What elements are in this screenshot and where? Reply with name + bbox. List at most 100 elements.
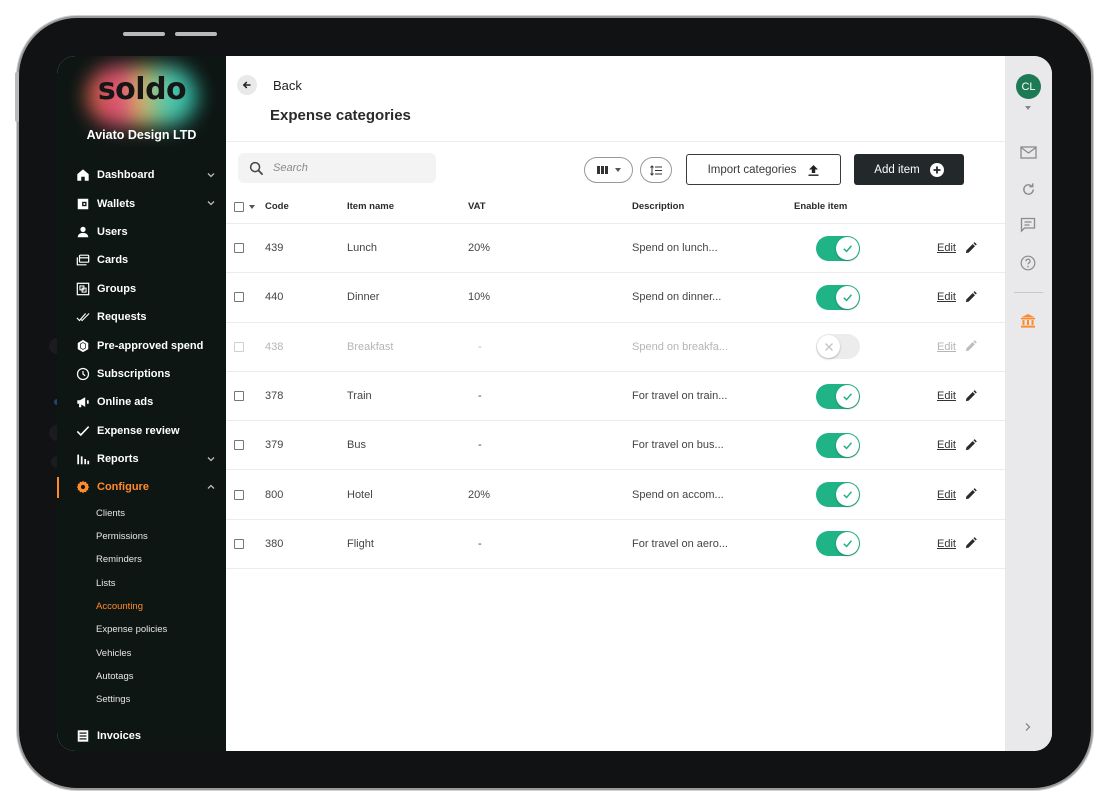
- row-checkbox[interactable]: [234, 489, 244, 500]
- vat-cell: 20%: [468, 488, 491, 501]
- actions-cell: Edit: [924, 241, 1004, 255]
- edit-link[interactable]: Edit: [937, 538, 956, 550]
- column-header-vat[interactable]: VAT: [468, 201, 632, 212]
- sidebar-item-pre-approved-spend[interactable]: Pre-approved spend: [57, 331, 226, 359]
- columns-toggle-button[interactable]: [584, 157, 633, 183]
- enable-item-toggle[interactable]: [816, 334, 860, 360]
- enable-item-toggle[interactable]: [816, 284, 860, 310]
- item-name-cell: Breakfast: [347, 340, 394, 353]
- bank-icon[interactable]: [1019, 312, 1037, 330]
- item-name-cell: Flight: [347, 537, 374, 550]
- columns-icon: [596, 166, 608, 174]
- avatar[interactable]: CL: [1016, 74, 1041, 99]
- chat-icon[interactable]: [1019, 216, 1037, 234]
- enable-cell: [794, 383, 924, 409]
- sidebar-item-online-ads[interactable]: Online ads: [57, 388, 226, 416]
- select-all-checkbox[interactable]: [234, 201, 244, 212]
- edit-link[interactable]: Edit: [937, 291, 956, 303]
- sidebar-item-invoices[interactable]: Invoices: [57, 721, 226, 749]
- sidebar-item-groups[interactable]: Groups: [57, 275, 226, 303]
- column-header-enable-item[interactable]: Enable item: [794, 201, 924, 212]
- sidebar-subitem-reminders[interactable]: Reminders: [57, 548, 226, 571]
- edit-link[interactable]: Edit: [937, 439, 956, 451]
- sidebar-subitem-lists[interactable]: Lists: [57, 572, 226, 595]
- edit-link[interactable]: Edit: [937, 489, 956, 501]
- sidebar-subitem-clients[interactable]: Clients: [57, 502, 226, 525]
- sidebar-item-cards[interactable]: Cards: [57, 246, 226, 274]
- edit-link[interactable]: Edit: [937, 341, 956, 353]
- enable-item-toggle[interactable]: [816, 482, 860, 508]
- actions-cell: Edit: [924, 537, 1004, 550]
- row-select-cell: [226, 292, 265, 303]
- row-checkbox[interactable]: [234, 243, 244, 254]
- enable-item-toggle[interactable]: [816, 531, 860, 557]
- sidebar-item-wallets[interactable]: Wallets: [57, 189, 226, 217]
- column-header-item-name[interactable]: Item name: [347, 201, 468, 212]
- sidebar-subitem-vehicles[interactable]: Vehicles: [57, 641, 226, 664]
- sidebar-item-subscriptions[interactable]: Subscriptions: [57, 360, 226, 388]
- enable-cell: [794, 284, 924, 310]
- back-button[interactable]: Back: [237, 75, 302, 95]
- sort-button[interactable]: [640, 157, 672, 183]
- sidebar-subitem-settings[interactable]: Settings: [57, 688, 226, 711]
- pencil-icon[interactable]: [964, 488, 977, 501]
- search-input[interactable]: [273, 162, 423, 174]
- sidebar-item-label: Reports: [97, 453, 139, 466]
- enable-item-toggle[interactable]: [816, 432, 860, 458]
- table-header: Code Item name VAT Description Enable it…: [226, 190, 1005, 224]
- enable-item-toggle[interactable]: [816, 383, 860, 409]
- row-checkbox[interactable]: [234, 341, 244, 352]
- row-checkbox[interactable]: [234, 440, 244, 451]
- cards-icon: [76, 253, 90, 267]
- edit-link[interactable]: Edit: [937, 242, 956, 254]
- check-icon: [836, 433, 859, 457]
- import-categories-button[interactable]: Import categories: [686, 154, 841, 185]
- sidebar-item-users[interactable]: Users: [57, 218, 226, 246]
- pencil-icon[interactable]: [964, 537, 977, 550]
- chevron-right-icon[interactable]: [1019, 718, 1037, 736]
- sidebar-nav: Dashboard Wallets Users Cards Groups Req…: [57, 161, 226, 750]
- edit-link[interactable]: Edit: [937, 390, 956, 402]
- add-item-button[interactable]: Add item: [854, 154, 964, 185]
- right-rail: CL: [1005, 56, 1052, 751]
- column-header-description[interactable]: Description: [632, 201, 794, 212]
- page-title: Expense categories: [270, 107, 411, 124]
- add-item-label: Add item: [874, 163, 920, 176]
- pencil-icon[interactable]: [964, 241, 977, 255]
- refresh-icon[interactable]: [1019, 180, 1037, 198]
- description-cell: Spend on breakfa...: [632, 340, 729, 353]
- code-cell: 439: [265, 242, 284, 255]
- table-row: 378 Train - For travel on train... Edit: [226, 372, 1005, 422]
- mail-icon[interactable]: [1019, 143, 1037, 161]
- sidebar-subitem-accounting[interactable]: Accounting: [57, 595, 226, 618]
- row-checkbox[interactable]: [234, 538, 244, 549]
- pencil-icon[interactable]: [964, 389, 977, 403]
- help-icon[interactable]: [1019, 254, 1037, 272]
- enable-cell: [794, 482, 924, 508]
- sidebar-item-reports[interactable]: Reports: [57, 445, 226, 473]
- sidebar-item-configure[interactable]: Configure: [57, 473, 226, 501]
- enable-item-toggle[interactable]: [816, 235, 860, 261]
- sidebar-item-requests[interactable]: Requests: [57, 303, 226, 331]
- select-menu-caret-icon[interactable]: [249, 204, 255, 209]
- pencil-icon[interactable]: [964, 340, 977, 353]
- column-header-code[interactable]: Code: [265, 201, 347, 212]
- avatar-caret-icon[interactable]: [1025, 106, 1031, 110]
- code-cell: 800: [265, 488, 284, 501]
- sidebar-item-expense-review[interactable]: Expense review: [57, 417, 226, 445]
- sidebar-subitem-expense-policies[interactable]: Expense policies: [57, 618, 226, 641]
- description-cell: For travel on bus...: [632, 439, 724, 452]
- sidebar-subitem-permissions[interactable]: Permissions: [57, 525, 226, 548]
- wallet-icon: [76, 197, 90, 211]
- sidebar-subitem-autotags[interactable]: Autotags: [57, 665, 226, 688]
- row-checkbox[interactable]: [234, 391, 244, 402]
- check-icon: [836, 532, 859, 556]
- pencil-icon[interactable]: [964, 439, 977, 452]
- sidebar-item-dashboard[interactable]: Dashboard: [57, 161, 226, 189]
- table-row: 438 Breakfast - Spend on breakfa... Edit: [226, 323, 1005, 372]
- sidebar-item-label: Configure: [97, 481, 149, 494]
- row-checkbox[interactable]: [234, 292, 244, 303]
- search-field[interactable]: [238, 153, 436, 183]
- sidebar-item-label: Dashboard: [97, 169, 155, 182]
- pencil-icon[interactable]: [964, 291, 977, 304]
